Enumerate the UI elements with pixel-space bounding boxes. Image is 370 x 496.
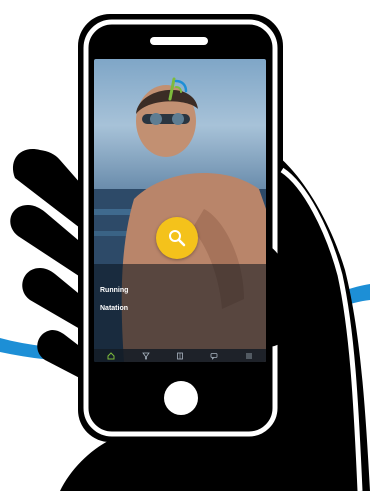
phone-screen: Running Natation bbox=[94, 59, 266, 362]
list-item-running[interactable]: Running bbox=[94, 284, 266, 302]
search-button[interactable] bbox=[156, 217, 198, 259]
filter-icon bbox=[141, 352, 150, 359]
phone-speaker bbox=[150, 37, 208, 45]
menu-icon bbox=[245, 353, 252, 358]
illustration: Running Natation bbox=[0, 0, 370, 492]
tab-chat[interactable] bbox=[209, 351, 219, 361]
tab-bar bbox=[94, 349, 266, 362]
search-icon bbox=[169, 230, 186, 247]
chat-icon bbox=[210, 352, 218, 360]
tab-filter[interactable] bbox=[141, 351, 151, 361]
home-button bbox=[164, 381, 198, 415]
activity-list: Running Natation bbox=[94, 275, 266, 349]
list-item-title: Natation bbox=[100, 305, 128, 312]
list-item-title: Running bbox=[100, 287, 129, 294]
home-icon bbox=[107, 351, 115, 359]
app-logo-icon bbox=[168, 77, 188, 101]
list-item-natation[interactable]: Natation bbox=[94, 302, 266, 320]
status-bar bbox=[94, 59, 266, 69]
list-header bbox=[94, 275, 266, 284]
book-icon bbox=[177, 352, 183, 359]
tab-book[interactable] bbox=[175, 351, 185, 361]
tab-home[interactable] bbox=[106, 351, 116, 361]
tab-menu[interactable] bbox=[244, 351, 254, 361]
